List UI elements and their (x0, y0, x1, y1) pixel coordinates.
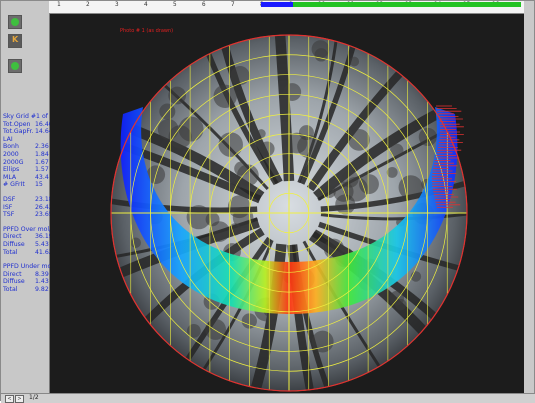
stat-label: Direct (3, 233, 22, 240)
stat-label: Diffuse (3, 278, 25, 285)
stat-value: 5.43 (35, 241, 49, 249)
photo-label: Photo # 1 (as drawn) (120, 28, 173, 34)
stat-label: TSF (3, 211, 14, 218)
ruler-tick: 1 (57, 1, 61, 8)
stat-value: 1.43 (35, 278, 49, 286)
stat-label: LAI (3, 136, 13, 143)
green-circle-icon (11, 18, 19, 26)
ruler-tick: 2 (86, 1, 90, 8)
stat-label: PPFD Under mol/ (3, 263, 55, 270)
ruler-tick: 5 (173, 1, 177, 8)
stat-label: Tot.GapFr. (3, 128, 33, 135)
stat-value: 9.82 (35, 286, 49, 294)
hemispherical-photo-view[interactable]: Photo # 1 (as drawn) (50, 14, 524, 396)
stat-label: # GFrIt (3, 181, 25, 188)
stat-label: DSF (3, 196, 15, 203)
status-bar: < > 1/2 (1, 393, 535, 403)
analyze-button[interactable] (8, 59, 22, 73)
mark-button[interactable]: K (8, 34, 22, 48)
green-circle-icon (11, 62, 19, 70)
ruler-tick: 4 (144, 1, 148, 8)
stat-label: Diffuse (3, 241, 25, 248)
stat-label: Sky Grid #1 of 1 (3, 113, 54, 120)
ruler-tick: 7 (231, 1, 235, 8)
stat-label: Total (3, 286, 17, 293)
left-panel: K Sky Grid #1 of 1 Tot.Open 16.46 Tot.GapFr… (1, 1, 50, 396)
stat-label: MLA (3, 174, 16, 181)
ruler-bar-green (293, 2, 521, 7)
stat-label: ISF (3, 204, 12, 211)
stat-label: Direct (3, 271, 22, 278)
open-image-button[interactable] (8, 15, 22, 29)
prev-page-button[interactable]: < (5, 395, 14, 403)
stat-value: 15 (35, 181, 43, 189)
ruler-tick: 6 (202, 1, 206, 8)
stat-label: Ellips (3, 166, 19, 173)
ruler-tick: 3 (115, 1, 119, 8)
stat-label: 2000G (3, 159, 24, 166)
stat-label: 2000 (3, 151, 19, 158)
k-icon: K (12, 36, 20, 44)
top-ruler: 12345678910111213141516 (49, 1, 524, 14)
app-window: K Sky Grid #1 of 1 Tot.Open 16.46 Tot.GapFr… (0, 0, 535, 401)
hemisphere-canvas (50, 14, 524, 396)
next-page-button[interactable]: > (15, 395, 24, 403)
stat-label: Total (3, 249, 17, 256)
stat-value: 8.39 (35, 271, 49, 279)
ruler-bar-blue (261, 2, 293, 7)
stat-label: Tot.Open (3, 121, 30, 128)
stat-label: Bonh (3, 143, 19, 150)
